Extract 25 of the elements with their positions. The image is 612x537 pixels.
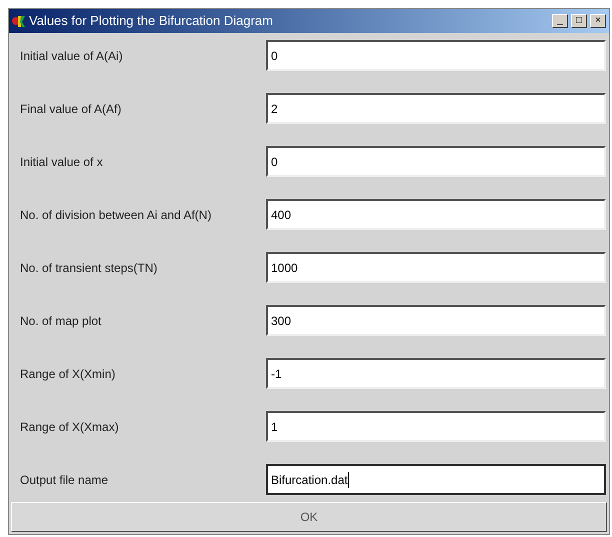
minimize-button[interactable]: _ <box>552 14 568 28</box>
close-button[interactable]: × <box>590 14 606 28</box>
ok-button[interactable]: OK <box>11 502 607 532</box>
text-field[interactable]: 1000 <box>266 252 606 283</box>
field-label: Final value of A(Af) <box>19 100 122 118</box>
field-label: Initial value of A(Ai) <box>19 48 124 64</box>
field-label: Initial value of x <box>19 154 104 170</box>
text-field[interactable]: 1 <box>266 411 606 442</box>
field-label: No. of transient steps(TN) <box>19 260 158 276</box>
text-field[interactable]: Bifurcation.dat <box>266 464 606 495</box>
text-field[interactable]: 400 <box>266 199 606 230</box>
text-field[interactable]: 300 <box>266 305 606 336</box>
text-field[interactable]: -1 <box>266 358 606 389</box>
window-title: Values for Plotting the Bifurcation Diagram <box>29 12 274 30</box>
field-label: Range of X(Xmin) <box>19 366 116 382</box>
field-label: Range of X(Xmax) <box>19 418 120 436</box>
app-logo-icon <box>12 14 26 28</box>
text-field[interactable]: 2 <box>266 93 606 124</box>
text-field[interactable]: 0 <box>266 40 606 71</box>
maximize-button[interactable]: □ <box>571 14 587 28</box>
field-label: No. of division between Ai and Af(N) <box>19 206 212 224</box>
text-cursor <box>348 472 349 488</box>
field-label: No. of map plot <box>19 312 102 330</box>
field-label: Output file name <box>19 472 110 488</box>
text-field[interactable]: 0 <box>266 146 606 177</box>
